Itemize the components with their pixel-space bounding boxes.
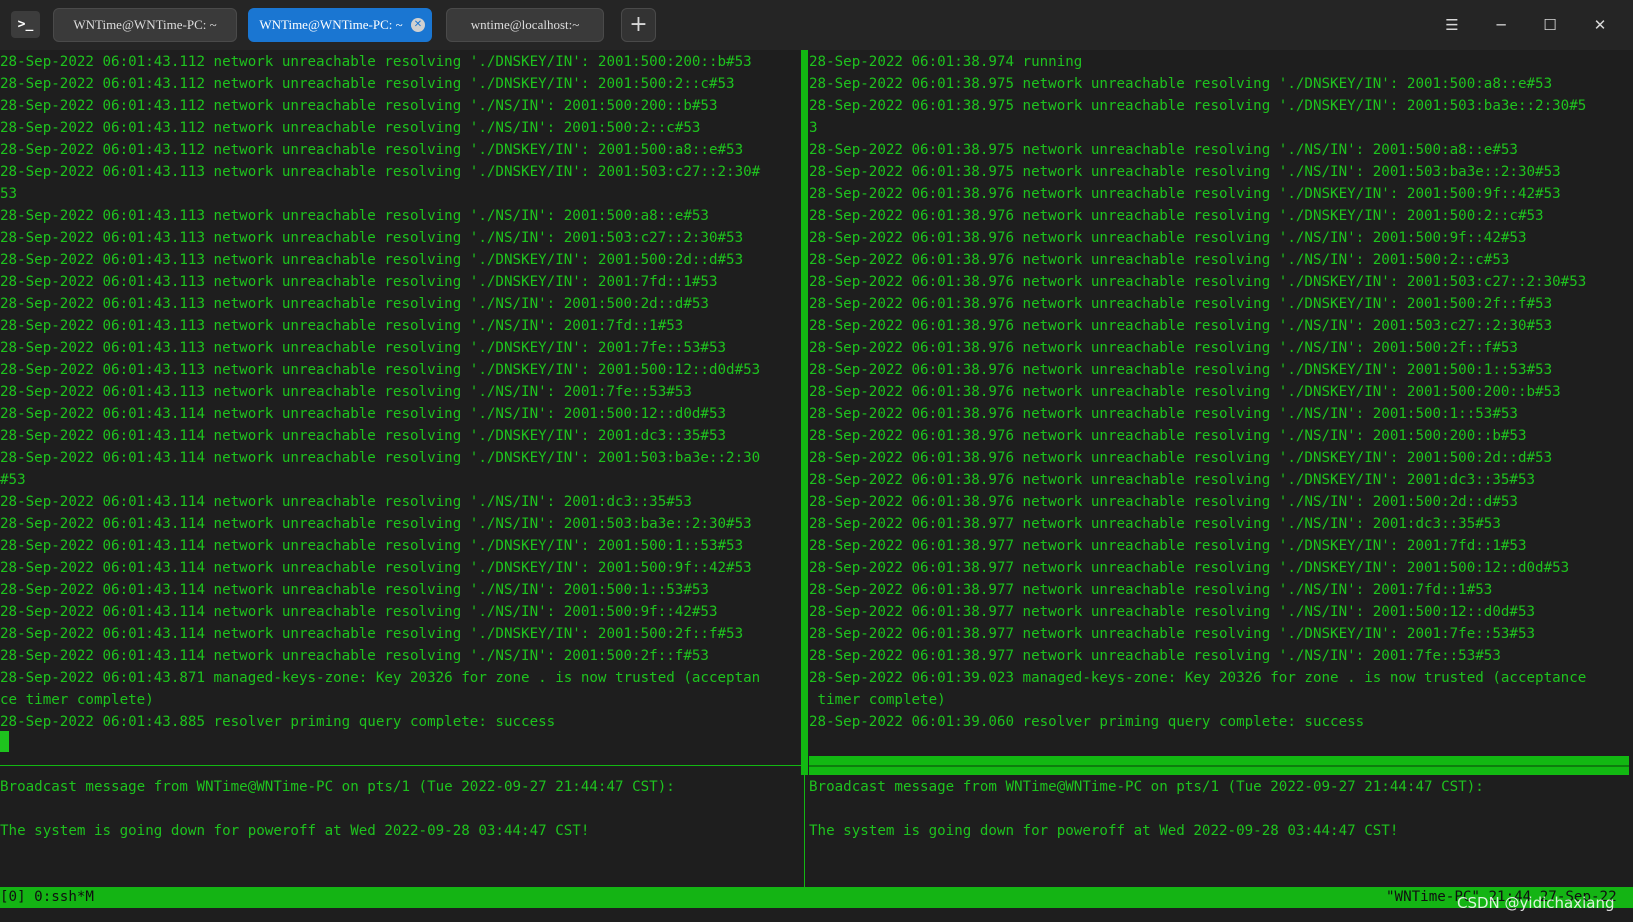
log-line: 28-Sep-2022 06:01:38.977 network unreach… [809, 648, 1501, 664]
new-tab-button[interactable]: + [621, 8, 656, 42]
broadcast-line: The system is going down for poweroff at… [0, 823, 590, 839]
log-line: 28-Sep-2022 06:01:38.976 network unreach… [809, 450, 1553, 466]
log-line: 28-Sep-2022 06:01:39.060 resolver primin… [809, 714, 1365, 730]
maximize-icon[interactable]: ☐ [1535, 10, 1565, 40]
horizontal-pane-divider-right[interactable] [809, 756, 1629, 775]
log-line: 28-Sep-2022 06:01:43.113 network unreach… [0, 362, 761, 378]
log-line: 28-Sep-2022 06:01:38.975 network unreach… [809, 98, 1587, 114]
log-line: 28-Sep-2022 06:01:43.113 network unreach… [0, 296, 709, 312]
log-line: 28-Sep-2022 06:01:43.114 network unreach… [0, 648, 709, 664]
log-line: 28-Sep-2022 06:01:43.113 network unreach… [0, 384, 692, 400]
log-line: 3 [809, 120, 818, 136]
menu-icon[interactable]: ☰ [1437, 10, 1467, 40]
log-line: 53 [0, 186, 18, 202]
log-line: 28-Sep-2022 06:01:43.113 network unreach… [0, 274, 718, 290]
log-line: 28-Sep-2022 06:01:43.112 network unreach… [0, 54, 752, 70]
log-line: 28-Sep-2022 06:01:38.977 network unreach… [809, 516, 1501, 532]
log-line: 28-Sep-2022 06:01:38.975 network unreach… [809, 76, 1553, 92]
log-line: 28-Sep-2022 06:01:43.113 network unreach… [0, 230, 744, 246]
broadcast-line [809, 798, 1629, 820]
log-line: 28-Sep-2022 06:01:38.976 network unreach… [809, 208, 1544, 224]
log-line: 28-Sep-2022 06:01:43.114 network unreach… [0, 560, 752, 576]
log-line: 28-Sep-2022 06:01:43.114 network unreach… [0, 406, 727, 422]
log-line: 28-Sep-2022 06:01:38.974 running [809, 54, 1083, 70]
log-line: 28-Sep-2022 06:01:43.885 resolver primin… [0, 714, 556, 730]
log-line: 28-Sep-2022 06:01:38.976 network unreach… [809, 340, 1518, 356]
horizontal-pane-divider-left[interactable] [0, 765, 803, 766]
tab-1[interactable]: WNTime@WNTime-PC: ~ [53, 8, 237, 42]
log-line: 28-Sep-2022 06:01:43.112 network unreach… [0, 120, 701, 136]
log-line: 28-Sep-2022 06:01:38.976 network unreach… [809, 274, 1587, 290]
log-line: 28-Sep-2022 06:01:43.114 network unreach… [0, 494, 692, 510]
bottom-strip [0, 908, 1633, 922]
log-line: 28-Sep-2022 06:01:43.114 network unreach… [0, 626, 744, 642]
log-line: 28-Sep-2022 06:01:38.977 network unreach… [809, 604, 1536, 620]
broadcast-line [0, 798, 800, 820]
vertical-pane-divider[interactable] [801, 50, 808, 775]
log-line: 28-Sep-2022 06:01:38.976 network unreach… [809, 252, 1510, 268]
tab-2-active[interactable]: WNTime@WNTime-PC: ~ ✕ [248, 8, 432, 42]
close-window-icon[interactable]: ✕ [1585, 10, 1615, 40]
tab-1-title: WNTime@WNTime-PC: ~ [73, 17, 217, 32]
close-tab-icon[interactable]: ✕ [411, 18, 425, 32]
log-line: 28-Sep-2022 06:01:43.112 network unreach… [0, 98, 718, 114]
log-line: 28-Sep-2022 06:01:43.114 network unreach… [0, 604, 718, 620]
log-line: ce timer complete) [0, 692, 154, 708]
right-terminal-pane[interactable]: 28-Sep-2022 06:01:38.974 running 28-Sep-2… [809, 51, 1629, 754]
watermark-text: CSDN @yidichaxiang [1457, 894, 1615, 912]
log-line: 28-Sep-2022 06:01:43.114 network unreach… [0, 428, 727, 444]
log-line: 28-Sep-2022 06:01:38.975 network unreach… [809, 164, 1561, 180]
broadcast-line: Broadcast message from WNTime@WNTime-PC … [809, 779, 1484, 795]
log-line: 28-Sep-2022 06:01:38.976 network unreach… [809, 296, 1553, 312]
log-line: 28-Sep-2022 06:01:38.976 network unreach… [809, 230, 1527, 246]
broadcast-line: Broadcast message from WNTime@WNTime-PC … [0, 779, 675, 795]
log-line: 28-Sep-2022 06:01:43.871 managed-keys-zo… [0, 670, 761, 686]
log-line: 28-Sep-2022 06:01:38.976 network unreach… [809, 406, 1518, 422]
log-line: 28-Sep-2022 06:01:43.113 network unreach… [0, 252, 744, 268]
tab-2-title: WNTime@WNTime-PC: ~ [259, 17, 403, 32]
log-line: 28-Sep-2022 06:01:38.976 network unreach… [809, 472, 1536, 488]
left-terminal-pane[interactable]: 28-Sep-2022 06:01:43.112 network unreach… [0, 51, 800, 754]
minimize-icon[interactable]: ─ [1486, 10, 1516, 40]
log-line: 28-Sep-2022 06:01:38.976 network unreach… [809, 186, 1561, 202]
tmux-status-bar: [0] 0:ssh*M "WNTime-PC" 21:44 27-Sep-22 [0, 887, 1633, 908]
log-line: 28-Sep-2022 06:01:38.976 network unreach… [809, 428, 1527, 444]
terminal-app-icon[interactable]: >_ [11, 11, 40, 38]
log-line: 28-Sep-2022 06:01:38.976 network unreach… [809, 384, 1561, 400]
terminal-cursor [0, 731, 9, 752]
log-line: 28-Sep-2022 06:01:43.113 network unreach… [0, 164, 761, 180]
tab-3-title: wntime@localhost:~ [470, 17, 580, 32]
log-line: 28-Sep-2022 06:01:38.977 network unreach… [809, 560, 1570, 576]
bottom-right-pane[interactable]: Broadcast message from WNTime@WNTime-PC … [809, 776, 1629, 886]
log-line: 28-Sep-2022 06:01:43.113 network unreach… [0, 340, 727, 356]
status-session-window[interactable]: [0] 0:ssh*M [0, 887, 94, 908]
log-line: 28-Sep-2022 06:01:39.023 managed-keys-zo… [809, 670, 1587, 686]
log-line: 28-Sep-2022 06:01:38.976 network unreach… [809, 362, 1553, 378]
log-line: 28-Sep-2022 06:01:38.977 network unreach… [809, 538, 1527, 554]
log-line: 28-Sep-2022 06:01:38.976 network unreach… [809, 318, 1553, 334]
bottom-left-pane[interactable]: Broadcast message from WNTime@WNTime-PC … [0, 776, 800, 886]
log-line: 28-Sep-2022 06:01:43.113 network unreach… [0, 208, 709, 224]
log-line: 28-Sep-2022 06:01:43.112 network unreach… [0, 76, 735, 92]
vertical-pane-divider-lower[interactable] [804, 775, 805, 887]
log-line: timer complete) [809, 692, 946, 708]
log-line: 28-Sep-2022 06:01:43.114 network unreach… [0, 582, 709, 598]
log-line: 28-Sep-2022 06:01:43.114 network unreach… [0, 450, 761, 466]
log-line: 28-Sep-2022 06:01:38.975 network unreach… [809, 142, 1518, 158]
tab-3[interactable]: wntime@localhost:~ [446, 8, 604, 42]
log-line: 28-Sep-2022 06:01:43.112 network unreach… [0, 142, 744, 158]
log-line: 28-Sep-2022 06:01:38.976 network unreach… [809, 494, 1518, 510]
log-line: 28-Sep-2022 06:01:38.977 network unreach… [809, 626, 1536, 642]
log-line: 28-Sep-2022 06:01:43.113 network unreach… [0, 318, 684, 334]
log-line: 28-Sep-2022 06:01:38.977 network unreach… [809, 582, 1493, 598]
broadcast-line: The system is going down for poweroff at… [809, 823, 1399, 839]
log-line: 28-Sep-2022 06:01:43.114 network unreach… [0, 516, 752, 532]
log-line: 28-Sep-2022 06:01:43.114 network unreach… [0, 538, 744, 554]
log-line: #53 [0, 472, 26, 488]
title-bar: >_ WNTime@WNTime-PC: ~ WNTime@WNTime-PC:… [0, 0, 1633, 50]
